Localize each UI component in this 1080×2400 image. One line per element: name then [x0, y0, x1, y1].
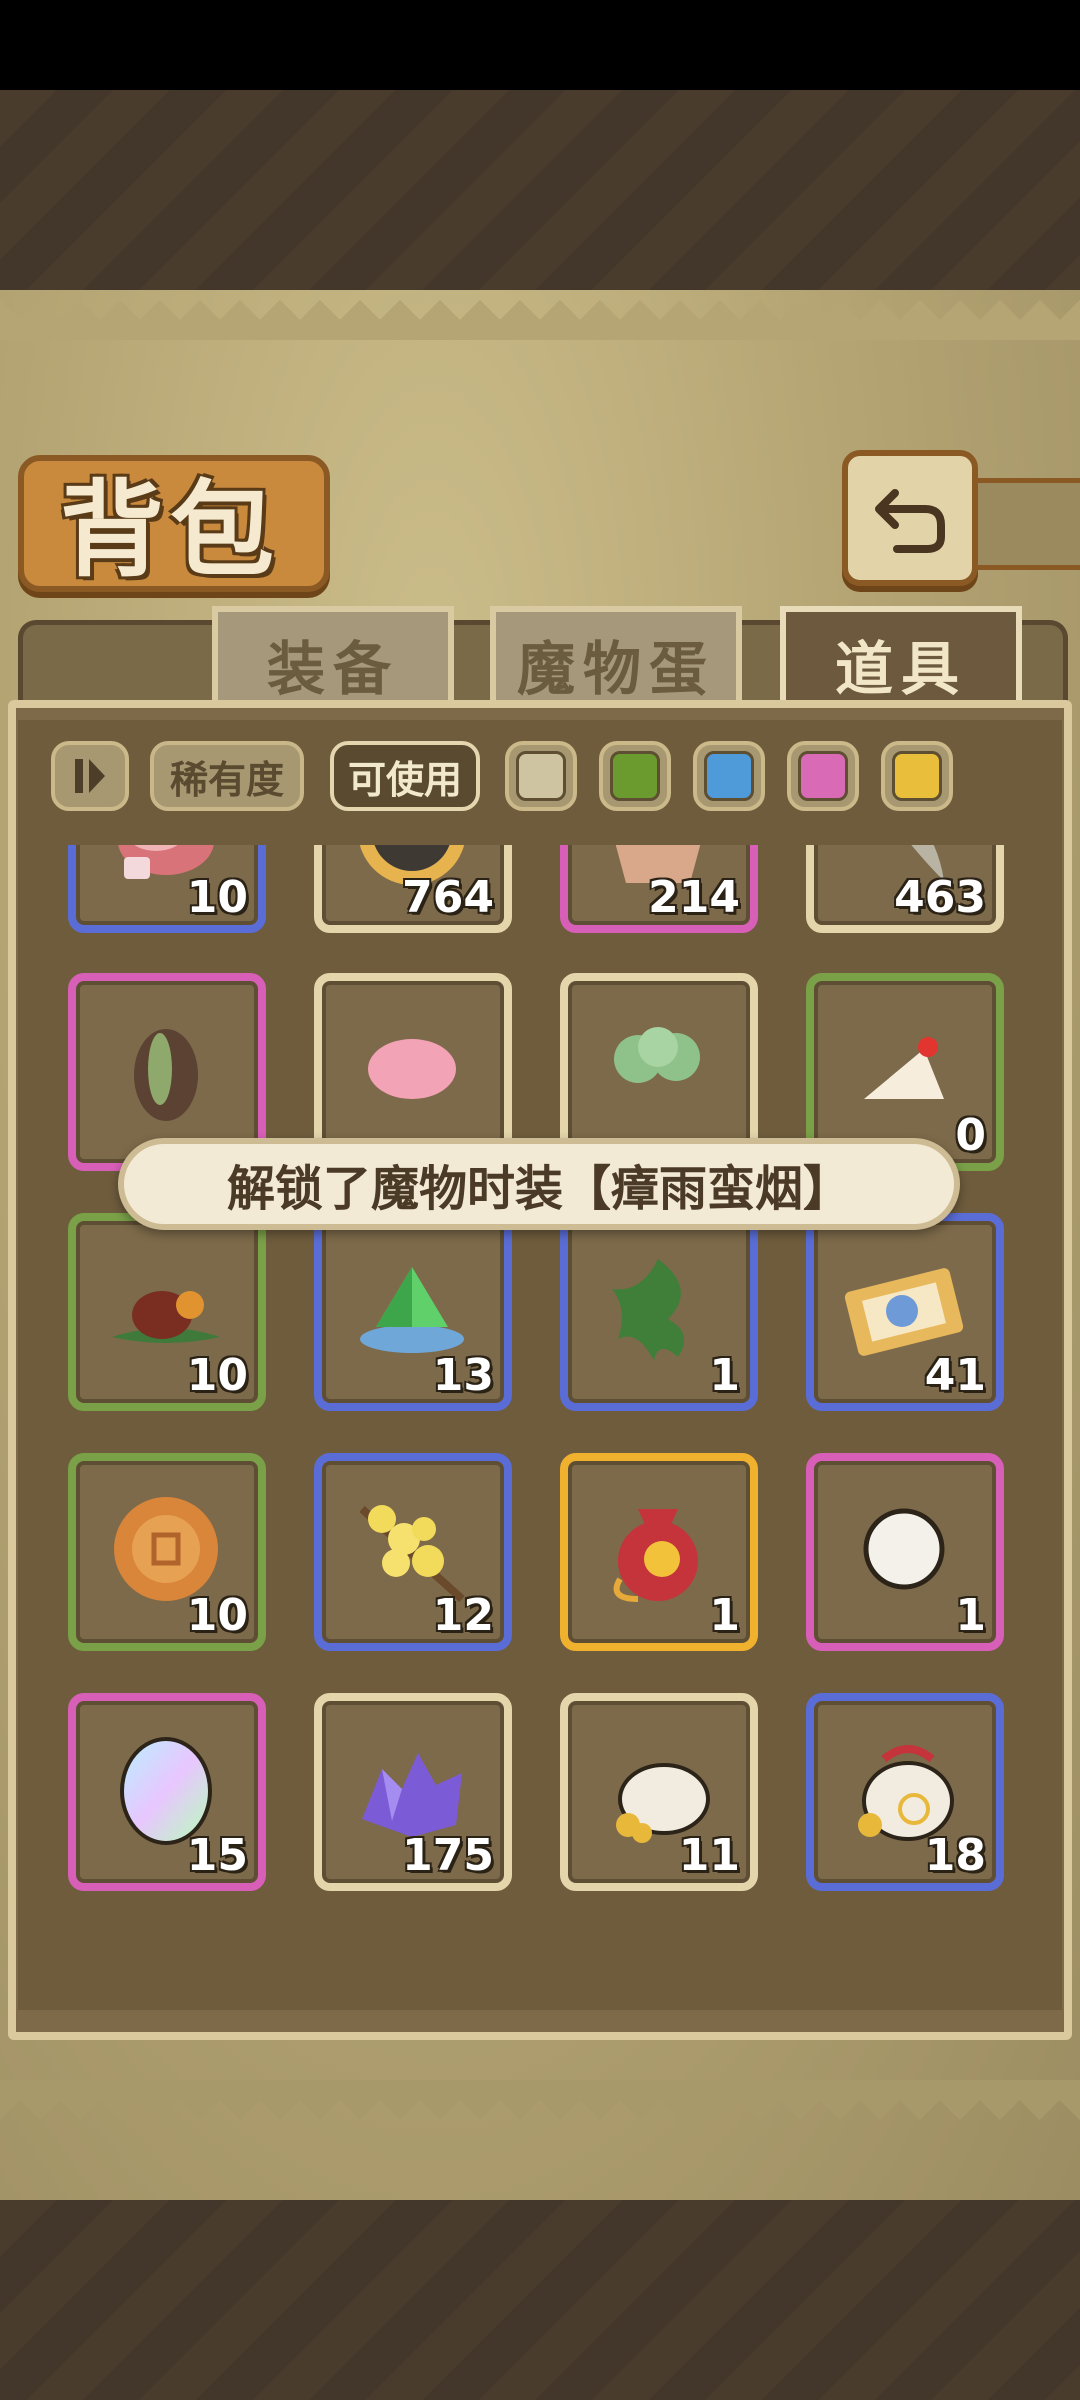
filter-bar: 稀有度 可使用 — [45, 733, 1045, 819]
item-slot[interactable]: 12 — [314, 1453, 512, 1651]
sort-toggle-button[interactable] — [51, 741, 129, 811]
radish-icon — [614, 1027, 700, 1083]
item-slot[interactable]: 10 — [68, 1213, 266, 1411]
item-slot[interactable]: 11 — [560, 1693, 758, 1891]
item-slot[interactable]: 41 — [806, 1213, 1004, 1411]
filter-white-button[interactable] — [505, 741, 577, 811]
cake-slice-icon — [864, 1037, 944, 1099]
return-arrow-icon — [875, 489, 945, 553]
rarity-sort-button[interactable]: 稀有度 — [150, 741, 304, 811]
item-slot[interactable]: 214 — [560, 845, 758, 933]
item-slot[interactable]: 175 — [314, 1693, 512, 1891]
seed-icon — [134, 1029, 198, 1121]
background-top — [0, 90, 1080, 290]
lucky-bag-icon — [613, 1509, 698, 1602]
green-swatch — [610, 751, 660, 801]
back-button-plate — [960, 478, 1080, 570]
item-slot[interactable]: 10 — [68, 1453, 266, 1651]
pink-swatch — [798, 751, 848, 801]
blue-swatch — [704, 751, 754, 801]
back-button[interactable] — [842, 450, 978, 586]
item-grid: 10 764 214 463 0 10 13 1 41 10 12 1 1 15… — [30, 845, 1060, 1975]
unlock-toast: 解锁了魔物时装【瘴雨蛮烟】 — [118, 1138, 960, 1230]
filter-blue-button[interactable] — [693, 741, 765, 811]
item-slot[interactable]: 15 — [68, 1693, 266, 1891]
item-slot[interactable]: 18 — [806, 1693, 1004, 1891]
item-slot[interactable]: 1 — [560, 1453, 758, 1651]
filter-green-button[interactable] — [599, 741, 671, 811]
white-ball-icon — [863, 1508, 945, 1590]
item-slot[interactable]: 1 — [806, 1453, 1004, 1651]
paper-edge-bottom — [0, 2080, 1080, 2120]
filter-gold-button[interactable] — [881, 741, 953, 811]
item-slot[interactable]: 1 — [560, 1213, 758, 1411]
item-slot[interactable]: 764 — [314, 845, 512, 933]
white-swatch — [516, 751, 566, 801]
pink-meat-icon — [368, 1039, 456, 1099]
background-bottom — [0, 2200, 1080, 2400]
sort-icon — [75, 759, 105, 793]
paper-edge-top — [0, 300, 1080, 340]
item-slot[interactable]: 463 — [806, 845, 1004, 933]
filter-pink-button[interactable] — [787, 741, 859, 811]
page-title: 背包 — [60, 469, 281, 591]
status-bar — [0, 0, 1080, 90]
gold-swatch — [892, 751, 942, 801]
usable-filter-button[interactable]: 可使用 — [330, 741, 480, 811]
item-slot[interactable]: 13 — [314, 1213, 512, 1411]
item-slot[interactable]: 10 — [68, 845, 266, 933]
herb-leaf-icon — [612, 1259, 685, 1361]
